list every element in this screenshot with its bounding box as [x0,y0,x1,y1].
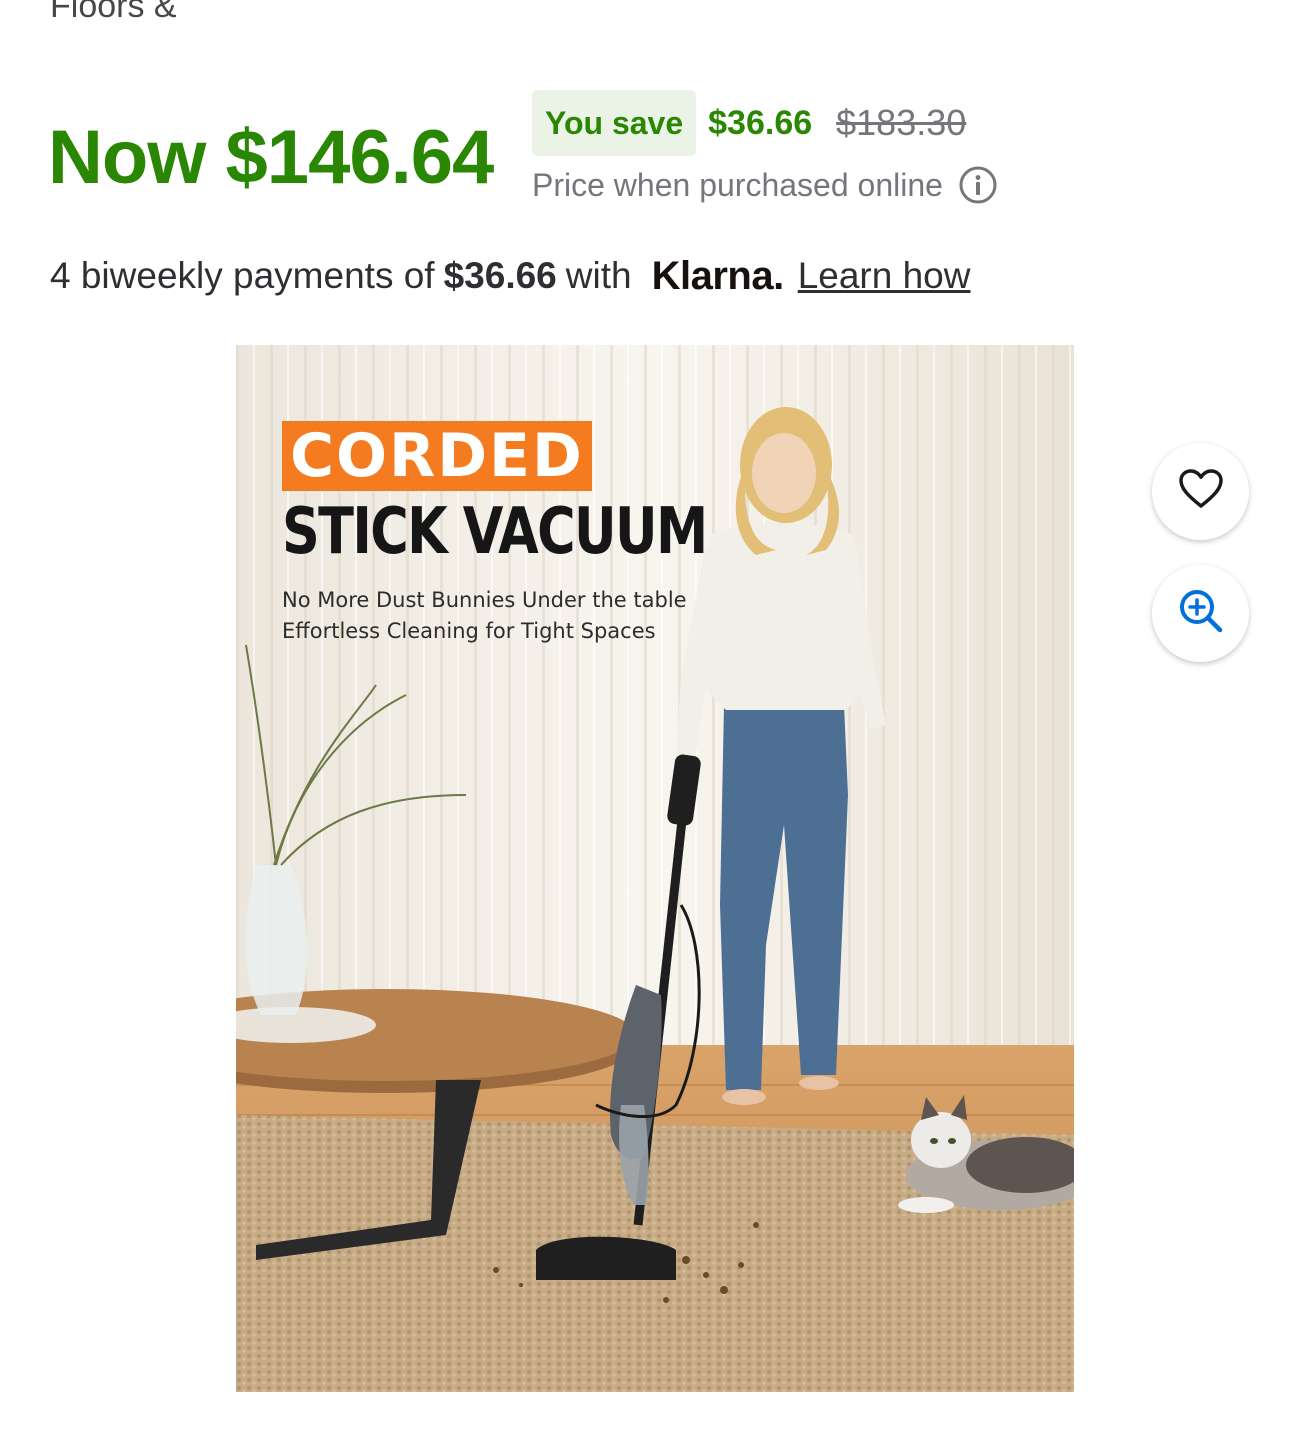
breadcrumb[interactable]: Floors & [50,0,177,28]
financing-with: with [565,255,632,296]
info-icon[interactable] [959,166,997,204]
promo-line-1: No More Dust Bunnies Under the table [282,588,687,612]
financing-prefix: 4 biweekly payments of [50,255,435,296]
klarna-financing: 4 biweekly payments of $36.66 with Klarn… [50,250,970,302]
zoom-button[interactable] [1152,565,1249,662]
product-image[interactable]: CORDED STICK VACUUM No More Dust Bunnies… [236,345,1074,1392]
savings-row: You save $36.66 $183.30 [532,90,966,156]
corded-banner: CORDED [282,421,592,491]
current-price: Now $146.64 [48,115,494,200]
price-note: Price when purchased online [532,167,943,203]
favorite-button[interactable] [1152,443,1249,540]
savings-amount: $36.66 [708,103,813,142]
product-headline: STICK VACUUM [282,495,708,569]
learn-how-link[interactable]: Learn how [798,255,971,297]
promo-text-block: CORDED STICK VACUUM No More Dust Bunnies… [282,421,800,647]
promo-line-2: Effortless Cleaning for Tight Spaces [282,619,656,643]
klarna-logo: Klarna. [651,253,785,298]
you-save-badge: You save [532,90,697,156]
zoom-in-icon [1178,588,1224,639]
financing-amount: $36.66 [443,255,557,296]
price-note-row: Price when purchased online [532,163,997,207]
was-price: $183.30 [836,102,967,143]
heart-icon [1178,468,1224,515]
